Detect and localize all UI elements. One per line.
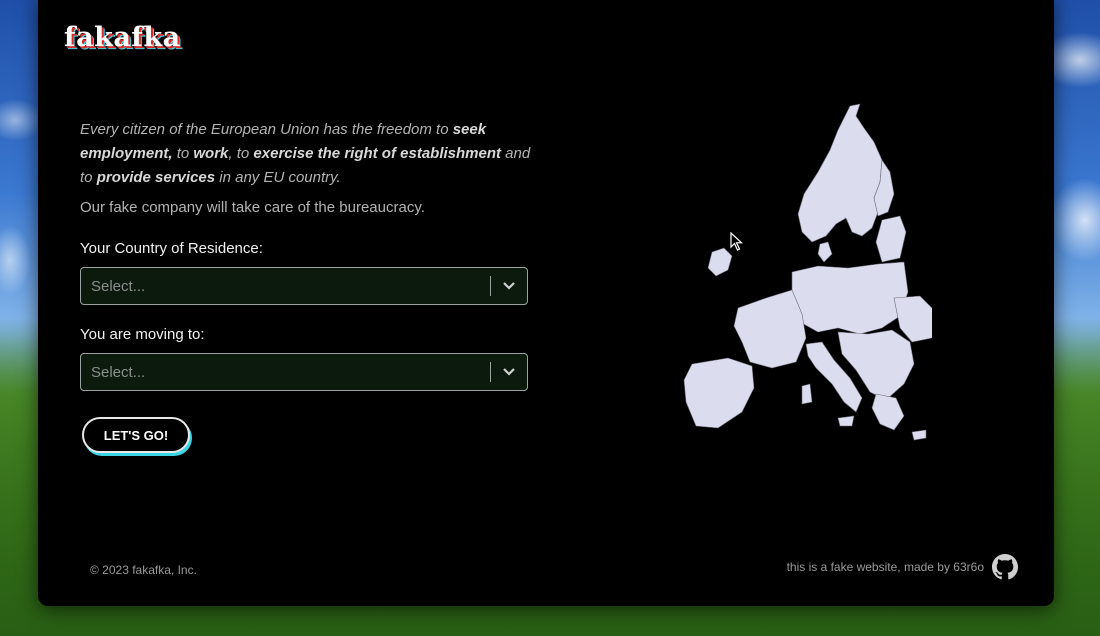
moving-select-placeholder: Select... bbox=[91, 363, 146, 381]
footer-credit: this is a fake website, made by 63r6o bbox=[787, 554, 1018, 580]
footer-credit-text: this is a fake website, made by 63r6o bbox=[786, 560, 984, 574]
chevron-down-icon[interactable] bbox=[491, 354, 527, 390]
map-denmark bbox=[817, 241, 833, 263]
map-central-europe bbox=[791, 261, 909, 335]
map-greece bbox=[871, 393, 905, 431]
residence-select-placeholder: Select... bbox=[91, 277, 146, 295]
europe-map[interactable] bbox=[642, 102, 932, 444]
browser-page: fakafka Every citizen of the European Un… bbox=[38, 0, 1054, 606]
map-baltics bbox=[875, 215, 907, 263]
map-sardinia bbox=[801, 383, 813, 405]
map-iberia bbox=[683, 357, 755, 429]
map-scandinavia bbox=[797, 103, 883, 243]
moving-select[interactable]: Select... bbox=[80, 353, 528, 391]
lets-go-button[interactable]: LET'S GO! bbox=[82, 417, 190, 453]
moving-label: You are moving to: bbox=[80, 326, 205, 343]
chevron-down-icon[interactable] bbox=[491, 268, 527, 304]
intro-subtext: Our fake company will take care of the b… bbox=[80, 199, 425, 216]
intro-text: Every citizen of the European Union has … bbox=[80, 121, 531, 186]
residence-label: Your Country of Residence: bbox=[80, 240, 263, 257]
map-sicily bbox=[837, 415, 855, 427]
github-icon[interactable] bbox=[992, 554, 1018, 580]
map-crete bbox=[911, 429, 927, 441]
mouse-cursor-icon bbox=[730, 232, 744, 251]
map-france bbox=[733, 289, 807, 369]
brand-logo[interactable]: fakafka bbox=[64, 22, 181, 53]
footer-copyright: © 2023 fakafka, Inc. bbox=[90, 563, 197, 577]
map-ireland bbox=[707, 247, 733, 277]
residence-select[interactable]: Select... bbox=[80, 267, 528, 305]
